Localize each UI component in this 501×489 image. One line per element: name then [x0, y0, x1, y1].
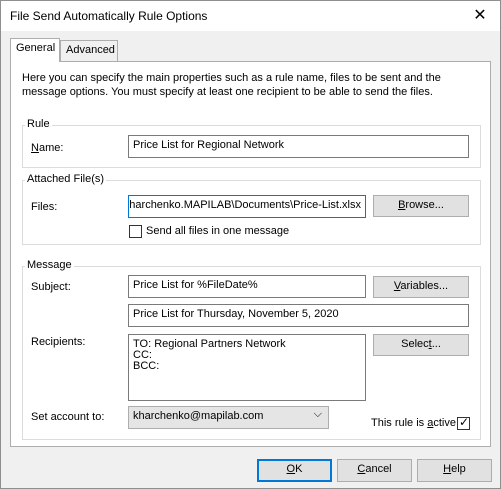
general-tab-panel: Here you can specify the main properties…	[10, 61, 491, 447]
files-input-value: \kharchenko.MAPILAB\Documents\Price-List…	[128, 199, 361, 211]
files-input[interactable]: \kharchenko.MAPILAB\Documents\Price-List…	[128, 195, 366, 218]
intro-text: Here you can specify the main properties…	[22, 72, 441, 98]
cancel-button[interactable]: Cancel	[337, 459, 412, 482]
window-title: File Send Automatically Rule Options	[10, 9, 208, 23]
tab-general[interactable]: General	[10, 38, 60, 62]
account-dropdown[interactable]: kharchenko@mapilab.com ⌵	[128, 406, 329, 429]
close-icon[interactable]: ✕	[469, 6, 491, 26]
variables-button[interactable]: Variables...	[373, 276, 469, 298]
recipients-label: Recipients:	[31, 336, 86, 348]
ok-button[interactable]: OK	[257, 459, 332, 482]
account-label: Set account to:	[31, 411, 105, 423]
send-all-label: Send all files in one message	[146, 225, 290, 237]
title-bar[interactable]: File Send Automatically Rule Options ✕	[1, 1, 500, 31]
dialog-window: File Send Automatically Rule Options ✕ G…	[0, 0, 501, 489]
rule-name-input[interactable]: Price List for Regional Network	[128, 135, 469, 158]
browse-button[interactable]: Browse...	[373, 195, 469, 217]
send-all-checkbox[interactable]	[129, 225, 142, 238]
account-dropdown-value: kharchenko@mapilab.com	[133, 410, 264, 422]
checkmark-icon: ✓	[459, 415, 470, 429]
files-label: Files:	[31, 201, 58, 213]
rule-group-label: Rule	[25, 118, 52, 130]
tab-general-label: General	[16, 42, 56, 54]
name-label: Name:	[31, 142, 64, 154]
recipients-textarea[interactable]: TO: Regional Partners Network CC: BCC:	[128, 334, 366, 401]
help-button[interactable]: Help	[417, 459, 492, 482]
chevron-down-icon: ⌵	[313, 408, 322, 420]
select-recipients-button[interactable]: Select...	[373, 334, 469, 356]
rule-active-checkbox[interactable]: ✓	[457, 415, 470, 430]
subject-input[interactable]: Price List for %FileDate%	[128, 275, 366, 298]
attached-files-group-label: Attached File(s)	[25, 173, 107, 185]
subject-preview-field: Price List for Thursday, November 5, 202…	[128, 304, 469, 327]
rule-active-label: This rule is active	[371, 417, 456, 429]
tab-advanced-label: Advanced	[66, 44, 115, 56]
message-group-label: Message	[25, 259, 74, 271]
tab-advanced[interactable]: Advanced	[60, 40, 118, 61]
subject-label: Subject:	[31, 281, 71, 293]
